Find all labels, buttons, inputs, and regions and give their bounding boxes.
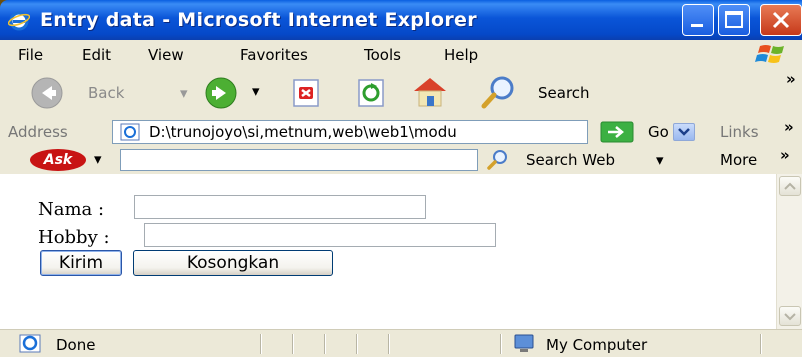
- hobby-input[interactable]: [144, 223, 496, 247]
- minimize-icon: [691, 24, 703, 27]
- minimize-button[interactable]: [682, 4, 714, 36]
- toolbar-overflow-icon[interactable]: »: [786, 70, 796, 88]
- menu-favorites[interactable]: Favorites: [240, 46, 308, 64]
- ie-icon: [8, 11, 30, 31]
- links-overflow-icon[interactable]: »: [784, 118, 794, 136]
- status-divider: [260, 334, 262, 354]
- computer-icon: [514, 334, 534, 352]
- kirim-button[interactable]: Kirim: [40, 250, 122, 276]
- menu-tools[interactable]: Tools: [364, 46, 401, 64]
- page-icon: [120, 123, 140, 141]
- address-dropdown-button[interactable]: [673, 123, 695, 141]
- back-arrow-icon: [31, 77, 63, 109]
- vertical-scrollbar[interactable]: [776, 174, 802, 329]
- menu-edit[interactable]: Edit: [82, 46, 111, 64]
- close-button[interactable]: [760, 4, 802, 36]
- forward-dropdown-icon[interactable]: ▾: [252, 82, 260, 100]
- address-input[interactable]: D:\trunojoyo\si,metnum,web\web1\modu: [112, 120, 695, 144]
- address-bar: Address D:\trunojoyo\si,metnum,web\web1\…: [0, 118, 802, 147]
- back-label: Back: [88, 84, 125, 102]
- go-arrow-icon[interactable]: [600, 121, 634, 143]
- status-divider: [500, 334, 502, 354]
- search-label: Search: [538, 84, 590, 102]
- zone-text: My Computer: [546, 336, 648, 354]
- maximize-icon: [725, 11, 743, 28]
- links-button[interactable]: Links: [720, 123, 759, 141]
- menu-help[interactable]: Help: [444, 46, 478, 64]
- address-label: Address: [8, 123, 68, 141]
- address-url: D:\trunojoyo\si,metnum,web\web1\modu: [149, 123, 457, 141]
- chevron-down-icon: [784, 313, 796, 321]
- chevron-down-icon: [678, 128, 690, 136]
- stop-button[interactable]: [290, 77, 322, 109]
- more-button[interactable]: More: [720, 151, 757, 169]
- scroll-down-button[interactable]: [779, 306, 801, 326]
- forward-button[interactable]: [204, 76, 238, 110]
- status-divider: [324, 334, 326, 354]
- go-button[interactable]: Go: [648, 123, 669, 141]
- nama-input[interactable]: [134, 195, 426, 219]
- more-overflow-icon[interactable]: »: [780, 146, 790, 164]
- back-dropdown-icon[interactable]: ▾: [180, 84, 188, 102]
- close-icon: [772, 11, 790, 29]
- page-content: Nama : Hobby : Kirim Kosongkan: [0, 174, 776, 329]
- windows-logo-icon: [755, 45, 784, 63]
- scroll-up-button[interactable]: [779, 176, 801, 196]
- menu-file[interactable]: File: [18, 46, 43, 64]
- search-magnifier-icon: [481, 76, 514, 109]
- refresh-button[interactable]: [355, 77, 387, 109]
- ask-search-input[interactable]: [120, 149, 478, 171]
- page-done-icon: [19, 334, 41, 353]
- menu-bar: File Edit View Favorites Tools Help: [0, 40, 802, 69]
- window-title: Entry data - Microsoft Internet Explorer: [40, 9, 477, 31]
- back-button[interactable]: Back ▾: [30, 76, 188, 110]
- status-divider: [760, 334, 762, 354]
- maximize-button[interactable]: [718, 4, 750, 36]
- kosongkan-button[interactable]: Kosongkan: [133, 250, 333, 276]
- standard-toolbar: Back ▾ ▾ Search »: [0, 68, 802, 119]
- home-button[interactable]: [410, 75, 450, 109]
- ask-dropdown-icon[interactable]: ▾: [94, 150, 102, 168]
- status-divider: [356, 334, 358, 354]
- ask-toolbar: Ask ▾ Search Web ▾ More »: [0, 146, 802, 175]
- nama-label: Nama :: [38, 199, 105, 220]
- hobby-label: Hobby :: [38, 227, 110, 248]
- browser-window: Entry data - Microsoft Internet Explorer…: [0, 0, 802, 357]
- chevron-up-icon: [784, 182, 796, 190]
- status-divider: [388, 334, 390, 354]
- search-button[interactable]: Search: [480, 74, 610, 110]
- status-divider: [292, 334, 294, 354]
- menu-view[interactable]: View: [148, 46, 184, 64]
- status-text: Done: [56, 336, 96, 354]
- search-web-icon: [487, 150, 507, 170]
- status-bar: Done My Computer: [0, 329, 802, 357]
- title-bar[interactable]: Entry data - Microsoft Internet Explorer: [0, 0, 802, 40]
- ask-logo[interactable]: Ask: [30, 149, 86, 171]
- search-web-label: Search Web: [526, 151, 616, 169]
- search-web-dropdown-icon: ▾: [656, 151, 664, 169]
- search-web-button[interactable]: Search Web ▾: [486, 149, 676, 171]
